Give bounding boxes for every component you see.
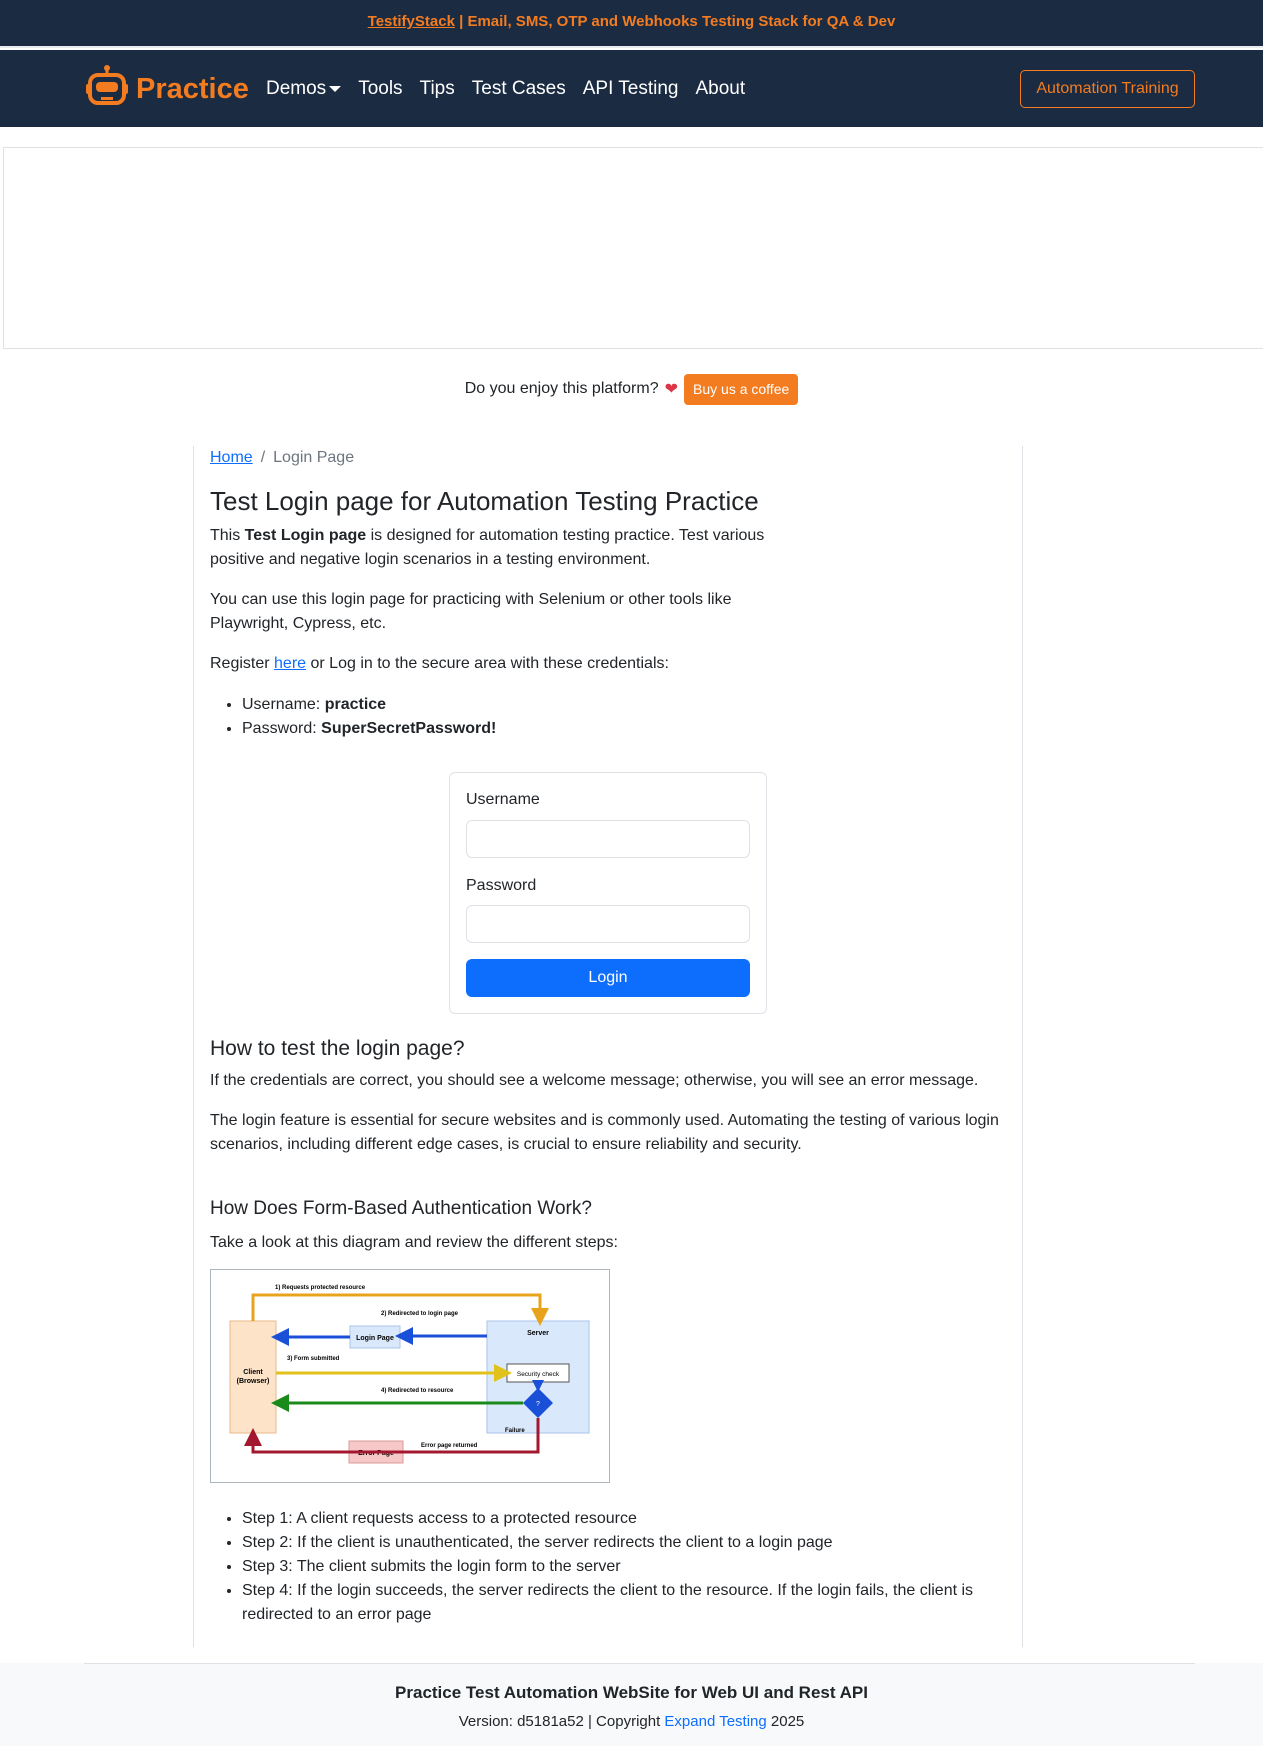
failure-label: Failure bbox=[505, 1428, 525, 1434]
footer-title: Practice Test Automation WebSite for Web… bbox=[395, 1683, 868, 1702]
step3-label: 3) Form submitted bbox=[287, 1356, 340, 1362]
buy-coffee-button[interactable]: Buy us a coffee bbox=[684, 373, 799, 405]
main-content: Home / Login Page Test Login page for Auto… bbox=[193, 446, 1023, 1647]
testifystack-link[interactable]: TestifyStack bbox=[368, 13, 455, 30]
server-label: Server bbox=[527, 1330, 549, 1337]
username-value: practice bbox=[324, 696, 387, 713]
step-item: Step 2: If the client is unauthenticated… bbox=[242, 1531, 1002, 1555]
username-input[interactable] bbox=[466, 820, 750, 858]
logo-text: Practice bbox=[136, 72, 249, 105]
how-to-heading: How to test the login page? bbox=[210, 1037, 465, 1060]
username-label: Username bbox=[466, 791, 540, 808]
form-auth-intro: Take a look at this diagram and review t… bbox=[210, 1234, 618, 1251]
login-button[interactable]: Login bbox=[466, 959, 750, 997]
nav-about[interactable]: About bbox=[696, 78, 746, 100]
client-box bbox=[229, 1320, 277, 1434]
how-to-p1: If the credentials are correct, you shou… bbox=[210, 1072, 979, 1089]
credentials-list: Username: practice Password: SuperSecret… bbox=[242, 693, 496, 741]
register-pre: Register bbox=[210, 655, 275, 672]
breadcrumb-home[interactable]: Home bbox=[210, 449, 253, 466]
login-form: Username Password Login bbox=[449, 772, 767, 1014]
top-banner: TestifyStack | Email, SMS, OTP and Webho… bbox=[0, 0, 1263, 48]
step-item: Step 4: If the login succeeds, the serve… bbox=[242, 1579, 1002, 1627]
footer-divider bbox=[84, 1663, 1195, 1664]
nav-demos[interactable]: Demos bbox=[266, 77, 342, 100]
decision-label: ? bbox=[536, 1401, 540, 1408]
step2-label: 2) Redirected to login page bbox=[381, 1311, 459, 1317]
how-to-p2: The login feature is essential for secur… bbox=[210, 1112, 999, 1153]
nav-api-testing[interactable]: API Testing bbox=[583, 78, 679, 100]
password-label-text: Password: bbox=[242, 720, 322, 737]
breadcrumb-separator: / bbox=[260, 449, 266, 466]
intro-pre: This bbox=[210, 527, 245, 544]
password-label: Password bbox=[466, 877, 537, 894]
support-row: Do you enjoy this platform? ❤ Buy us a c… bbox=[0, 373, 1263, 405]
client-label: Client bbox=[243, 1369, 263, 1376]
tools-paragraph: You can use this login page for practici… bbox=[210, 591, 732, 632]
expand-testing-link[interactable]: Expand Testing bbox=[664, 1713, 766, 1730]
login-page-label: Login Page bbox=[356, 1335, 394, 1342]
nav-test-cases[interactable]: Test Cases bbox=[472, 78, 566, 100]
intro-bold: Test Login page bbox=[244, 527, 367, 544]
nav-demos-label: Demos bbox=[266, 77, 327, 99]
support-text: Do you enjoy this platform? bbox=[464, 380, 659, 397]
intro-paragraph: This Test Login page is designed for aut… bbox=[210, 524, 770, 572]
client-sublabel: (Browser) bbox=[237, 1378, 270, 1385]
password-input[interactable] bbox=[466, 905, 750, 943]
logo[interactable]: Practice bbox=[84, 64, 249, 115]
step-item: Step 1: A client requests access to a pr… bbox=[242, 1507, 1002, 1531]
register-paragraph: Register here or Log in to the secure ar… bbox=[210, 652, 910, 676]
footer-version: Version: d5181a52 | Copyright bbox=[458, 1713, 665, 1730]
ad-placeholder bbox=[3, 147, 1263, 349]
automation-training-button[interactable]: Automation Training bbox=[1020, 70, 1195, 108]
password-value: SuperSecretPassword! bbox=[321, 720, 497, 737]
breadcrumb-current: Login Page bbox=[273, 449, 355, 466]
footer: Practice Test Automation WebSite for Web… bbox=[0, 1663, 1263, 1746]
step-item: Step 3: The client submits the login for… bbox=[242, 1555, 1002, 1579]
auth-diagram: Client (Browser) Server Security check ?… bbox=[210, 1269, 610, 1483]
footer-year: 2025 bbox=[766, 1713, 805, 1730]
error-returned-label: Error page returned bbox=[421, 1443, 478, 1449]
step4-label: 4) Redirected to resource bbox=[381, 1388, 454, 1394]
security-check-label: Security check bbox=[517, 1371, 560, 1378]
robot-icon bbox=[84, 64, 130, 115]
form-auth-heading: How Does Form-Based Authentication Work? bbox=[210, 1198, 592, 1219]
credential-username: Username: practice bbox=[242, 693, 496, 717]
nav-tips[interactable]: Tips bbox=[420, 78, 455, 100]
register-link[interactable]: here bbox=[274, 655, 306, 672]
step1-arrow bbox=[251, 1293, 549, 1326]
heart-icon: ❤ bbox=[664, 381, 679, 398]
page-title: Test Login page for Automation Testing P… bbox=[210, 486, 759, 516]
caret-down-icon bbox=[329, 85, 342, 92]
navbar: Practice Demos Tools Tips Test Cases API… bbox=[0, 50, 1263, 127]
nav-tools[interactable]: Tools bbox=[358, 78, 402, 100]
nav-links: Demos Tools Tips Test Cases API Testing … bbox=[266, 50, 762, 127]
register-post: or Log in to the secure area with these … bbox=[306, 655, 669, 672]
username-label-text: Username: bbox=[242, 696, 325, 713]
credential-password: Password: SuperSecretPassword! bbox=[242, 717, 496, 741]
top-banner-text: | Email, SMS, OTP and Webhooks Testing S… bbox=[454, 13, 896, 30]
footer-meta: Version: d5181a52 | Copyright Expand Tes… bbox=[0, 1713, 1263, 1730]
steps-list: Step 1: A client requests access to a pr… bbox=[242, 1507, 1002, 1627]
breadcrumb: Home / Login Page bbox=[210, 449, 354, 467]
step1-label: 1) Requests protected resource bbox=[275, 1285, 366, 1291]
